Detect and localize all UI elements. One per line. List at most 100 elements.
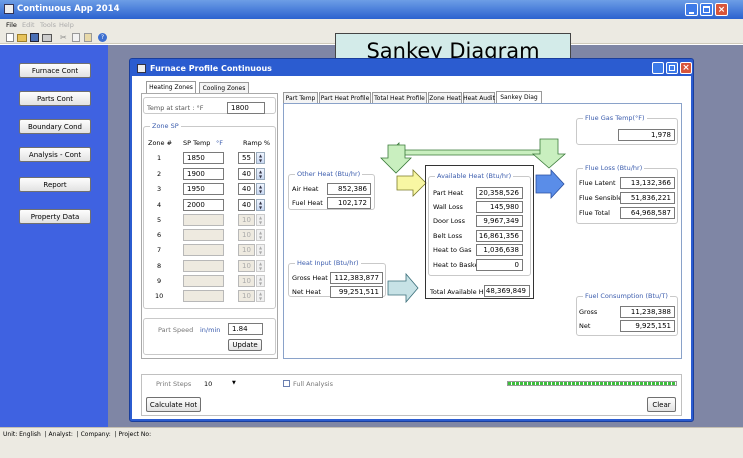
flue_loss-value: 13,132,366 (620, 177, 675, 189)
col-ramp-header: Ramp % (243, 139, 271, 147)
sidebar: Furnace Cont Parts Cont Boundary Cond An… (0, 45, 108, 427)
child-minimize-button[interactable] (652, 62, 664, 74)
ramp-spinner-icon[interactable]: ▲ ▼ (256, 168, 265, 180)
calculate-hot-button[interactable]: Calculate Hot (146, 397, 201, 412)
other_heat-value: 852,386 (327, 183, 371, 195)
clear-button[interactable]: Clear (647, 397, 676, 412)
ramp-input[interactable]: 10 (238, 290, 255, 302)
sp-temp-input[interactable] (183, 260, 224, 272)
flue-temp-value: 1,978 (618, 129, 675, 141)
save-icon[interactable] (30, 33, 39, 42)
ramp-input[interactable]: 40 (238, 183, 255, 195)
print-icon[interactable] (42, 34, 52, 42)
open-icon[interactable] (17, 34, 27, 42)
tab-zone-heat[interactable]: Zone Heat (428, 92, 462, 103)
child-close-button[interactable]: × (680, 62, 692, 74)
sp-temp-input[interactable] (183, 244, 224, 256)
sp-temp-input[interactable] (183, 275, 224, 287)
other-heat-title: Other Heat (Btu/hr) (295, 170, 363, 178)
flue_loss-label: Flue Sensible (579, 194, 623, 202)
update-button[interactable]: Update (228, 339, 262, 351)
available-label: Heat to Basket (433, 261, 481, 269)
paste-icon[interactable] (84, 33, 92, 42)
full-analysis-checkbox[interactable] (283, 380, 290, 387)
sidebar-item-property-data[interactable]: Property Data (19, 209, 91, 224)
tab-part-temp[interactable]: Part Temp (283, 92, 318, 103)
sidebar-item-report[interactable]: Report (19, 177, 91, 192)
sp-temp-input[interactable] (183, 214, 224, 226)
sp-temp-input[interactable]: 1850 (183, 152, 224, 164)
available-value: 0 (476, 259, 523, 271)
copy-icon[interactable] (72, 33, 80, 42)
ramp-input[interactable]: 10 (238, 275, 255, 287)
part-speed-input[interactable]: 1.84 (228, 323, 263, 335)
minimize-button[interactable] (685, 3, 698, 16)
fuel-value: 11,238,388 (620, 306, 675, 318)
ramp-spinner-icon[interactable]: ▲ ▼ (256, 183, 265, 195)
new-icon[interactable] (6, 33, 14, 42)
sp-temp-input[interactable] (183, 229, 224, 241)
sidebar-item-furnace-cont[interactable]: Furnace Cont (19, 63, 91, 78)
flue_loss-label: Flue Total (579, 209, 610, 217)
heat_input-label: Gross Heat (292, 274, 328, 282)
fuel-label: Gross (579, 308, 598, 316)
other_heat-label: Air Heat (292, 185, 319, 193)
maximize-button[interactable] (700, 3, 713, 16)
sp-temp-input[interactable]: 2000 (183, 199, 224, 211)
menu-edit[interactable]: Edit (22, 21, 35, 29)
available-value: 20,358,526 (476, 187, 523, 199)
heat_input-label: Net Heat (292, 288, 321, 296)
ramp-spinner-icon[interactable]: ▲ ▼ (256, 229, 265, 241)
ramp-input[interactable]: 10 (238, 214, 255, 226)
sidebar-item-analysis-cont[interactable]: Analysis - Cont (19, 147, 91, 162)
tab-heating-zones[interactable]: Heating Zones (146, 81, 196, 93)
heat_input-value: 99,251,511 (330, 286, 383, 298)
temp-start-label: Temp at start : °F (147, 104, 204, 112)
help-icon[interactable]: ? (98, 33, 107, 42)
ramp-spinner-icon[interactable]: ▲ ▼ (256, 260, 265, 272)
sp-temp-input[interactable]: 1950 (183, 183, 224, 195)
menu-tools[interactable]: Tools (40, 21, 56, 29)
available-label: Part Heat (433, 189, 464, 197)
available-label: Belt Loss (433, 232, 463, 240)
temp-start-input[interactable]: 1800 (227, 102, 265, 114)
menu-help[interactable]: Help (59, 21, 74, 29)
sp-temp-input[interactable]: 1900 (183, 168, 224, 180)
tab-cooling-zones[interactable]: Cooling Zones (199, 82, 249, 93)
zone-number: 5 (157, 216, 162, 224)
ramp-input[interactable]: 10 (238, 260, 255, 272)
close-button[interactable]: × (715, 3, 728, 16)
sp-temp-input[interactable] (183, 290, 224, 302)
ramp-input[interactable]: 40 (238, 168, 255, 180)
flue_loss-label: Flue Latent (579, 179, 616, 187)
ramp-input[interactable]: 40 (238, 199, 255, 211)
menu-file[interactable]: File (6, 21, 17, 29)
other_heat-label: Fuel Heat (292, 199, 323, 207)
zone-number: 10 (155, 292, 164, 300)
col-sp-header: SP Temp (183, 139, 211, 147)
available-value: 145,980 (476, 201, 523, 213)
print-steps-dropdown-icon[interactable]: ▼ (232, 380, 236, 386)
ramp-spinner-icon[interactable]: ▲ ▼ (256, 199, 265, 211)
child-maximize-button[interactable] (666, 62, 678, 74)
tab-heat-audit[interactable]: Heat Audit (463, 92, 495, 103)
ramp-spinner-icon[interactable]: ▲ ▼ (256, 290, 265, 302)
sidebar-item-parts-cont[interactable]: Parts Cont (19, 91, 91, 106)
ramp-input[interactable]: 10 (238, 244, 255, 256)
child-icon (137, 64, 146, 73)
ramp-spinner-icon[interactable]: ▲ ▼ (256, 214, 265, 226)
ramp-input[interactable]: 55 (238, 152, 255, 164)
ramp-spinner-icon[interactable]: ▲ ▼ (256, 275, 265, 287)
tab-part-heat-profile[interactable]: Part Heat Profile (319, 92, 371, 103)
tab-sankey-diag[interactable]: Sankey Diag (496, 91, 542, 103)
recirculation-arrow-top (388, 142, 542, 164)
cut-icon[interactable]: ✂ (60, 33, 68, 42)
child-title: Furnace Profile Continuous (150, 64, 272, 73)
tab-total-heat-profile[interactable]: Total Heat Profile (372, 92, 427, 103)
fuel-value: 9,925,151 (620, 320, 675, 332)
sidebar-item-boundary-cond[interactable]: Boundary Cond (19, 119, 91, 134)
progress-bar (507, 381, 677, 386)
ramp-spinner-icon[interactable]: ▲ ▼ (256, 152, 265, 164)
ramp-spinner-icon[interactable]: ▲ ▼ (256, 244, 265, 256)
ramp-input[interactable]: 10 (238, 229, 255, 241)
